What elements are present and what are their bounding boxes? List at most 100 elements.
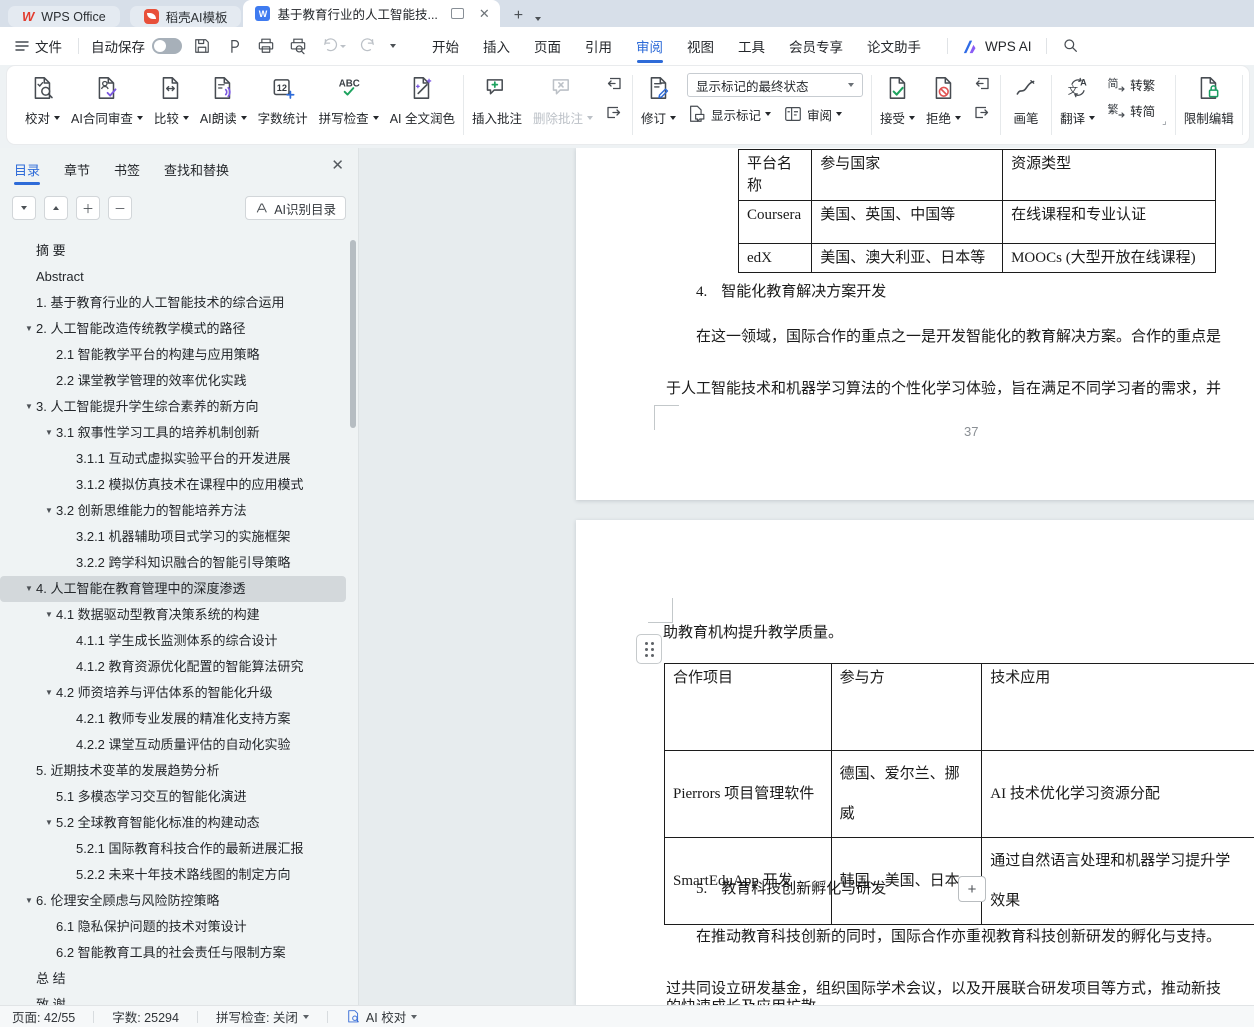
- toc-item[interactable]: 摘 要: [0, 238, 346, 264]
- toc-item[interactable]: 2.2 课堂教学管理的效率优化实践: [0, 368, 346, 394]
- collapse-arrow-icon[interactable]: ▼: [42, 602, 56, 628]
- insert-row-plus-button[interactable]: +: [958, 876, 986, 902]
- collapse-arrow-icon[interactable]: ▼: [22, 316, 36, 342]
- ai-proofread-status[interactable]: AI 校对: [346, 1007, 417, 1026]
- sidebar-tab[interactable]: 章节: [64, 160, 90, 179]
- collapse-arrow-icon[interactable]: ▼: [22, 576, 36, 602]
- word-count-indicator[interactable]: 字数: 25294: [112, 1007, 179, 1026]
- search-button[interactable]: [1058, 33, 1084, 59]
- next-revision-button[interactable]: [972, 104, 992, 124]
- sidebar-tab[interactable]: 书签: [114, 160, 140, 179]
- translate-button[interactable]: 文 A 翻译: [1060, 73, 1095, 127]
- collapse-arrow-icon[interactable]: ▼: [22, 394, 36, 420]
- reject-revision-button[interactable]: 拒绝: [926, 73, 961, 127]
- toc-item[interactable]: 3.2.2 跨学科知识融合的智能引导策略: [0, 550, 346, 576]
- menu-tab[interactable]: 开始: [420, 27, 471, 65]
- menu-tab[interactable]: 页面: [522, 27, 573, 65]
- toc-item[interactable]: ▼3. 人工智能提升学生综合素养的新方向: [0, 394, 346, 420]
- tab-docer-templates[interactable]: 稻壳AI模板: [130, 6, 242, 27]
- table-drag-handle[interactable]: [636, 634, 662, 664]
- menu-tab[interactable]: 工具: [726, 27, 777, 65]
- toc-collapse-up-button[interactable]: [44, 196, 68, 220]
- sidebar-tab[interactable]: 目录: [14, 160, 40, 179]
- autosave-toggle[interactable]: [152, 38, 182, 54]
- toc-item[interactable]: ▼3.2 创新思维能力的智能培养方法: [0, 498, 346, 524]
- document-area[interactable]: 平台名称参与国家资源类型Coursera美国、英国、中国等在线课程和专业认证ed…: [359, 148, 1254, 1005]
- proofread-button[interactable]: 校对: [25, 73, 60, 127]
- menu-tab[interactable]: 审阅: [624, 27, 675, 65]
- toc-item[interactable]: ▼4.2 师资培养与评估体系的智能化升级: [0, 680, 346, 706]
- restrict-editing-button[interactable]: 限制编辑: [1184, 73, 1234, 127]
- previous-revision-button[interactable]: [972, 75, 992, 95]
- save-button[interactable]: [189, 33, 215, 59]
- toc-item[interactable]: 6.2 智能教育工具的社会责任与限制方案: [0, 940, 346, 966]
- compare-button[interactable]: 比较: [154, 73, 189, 127]
- ink-pen-button[interactable]: 画笔: [1009, 73, 1043, 127]
- delete-comment-button[interactable]: 删除批注: [533, 73, 593, 127]
- toc-item[interactable]: 6.1 隐私保护问题的技术对策设计: [0, 914, 346, 940]
- toc-item[interactable]: 致 谢: [0, 992, 346, 1005]
- review-pane-button[interactable]: 审阅: [783, 104, 842, 124]
- toc-item[interactable]: ▼3.1 叙事性学习工具的培养机制创新: [0, 420, 346, 446]
- toc-item[interactable]: 4.2.1 教师专业发展的精准化支持方案: [0, 706, 346, 732]
- toc-item[interactable]: 4.2.2 课堂互动质量评估的自动化实验: [0, 732, 346, 758]
- ai-read-aloud-button[interactable]: AI朗读: [200, 73, 247, 127]
- undo-button[interactable]: [317, 33, 349, 59]
- collapse-arrow-icon[interactable]: ▼: [42, 680, 56, 706]
- menu-tab[interactable]: 插入: [471, 27, 522, 65]
- sidebar-scrollbar[interactable]: [350, 240, 356, 428]
- toc-item[interactable]: 3.2.1 机器辅助项目式学习的实施框架: [0, 524, 346, 550]
- collapse-arrow-icon[interactable]: ▼: [42, 498, 56, 524]
- toc-zoom-out-button[interactable]: －: [108, 196, 132, 220]
- to-simplified-button[interactable]: 繁 转简: [1106, 100, 1155, 120]
- toc-item[interactable]: 4.1.1 学生成长监测体系的综合设计: [0, 628, 346, 654]
- ai-polish-button[interactable]: AI 全文润色: [390, 73, 455, 127]
- quick-toolbar-dropdown[interactable]: [387, 41, 399, 51]
- spell-check-status[interactable]: 拼写检查: 关闭: [216, 1007, 309, 1026]
- markup-state-select[interactable]: 显示标记的最终状态: [687, 73, 863, 97]
- collapse-arrow-icon[interactable]: ▼: [42, 420, 56, 446]
- toc-item[interactable]: ▼6. 伦理安全顾虑与风险防控策略: [0, 888, 346, 914]
- menu-tab[interactable]: 会员专享: [777, 27, 855, 65]
- insert-comment-button[interactable]: 插入批注: [472, 73, 522, 127]
- accept-revision-button[interactable]: 接受: [880, 73, 915, 127]
- toc-item[interactable]: 3.1.2 模拟仿真技术在课程中的应用模式: [0, 472, 346, 498]
- track-changes-button[interactable]: 修订: [641, 73, 676, 127]
- tab-list-dropdown-icon[interactable]: [535, 17, 541, 21]
- sidebar-tab[interactable]: 查找和替换: [164, 160, 229, 179]
- word-count-button[interactable]: 12 字数统计: [258, 73, 308, 127]
- toc-item[interactable]: 1. 基于教育行业的人工智能技术的综合运用: [0, 290, 346, 316]
- tab-document-active[interactable]: W 基于教育行业的人工智能技... ✕: [243, 0, 499, 27]
- print-preview-button[interactable]: [285, 33, 311, 59]
- menu-tab[interactable]: 视图: [675, 27, 726, 65]
- wps-ai-button[interactable]: WPS AI: [956, 39, 1038, 54]
- toc-item[interactable]: 5.2.1 国际教育科技合作的最新进展汇报: [0, 836, 346, 862]
- previous-comment-button[interactable]: [604, 75, 624, 95]
- menu-tab[interactable]: 引用: [573, 27, 624, 65]
- spell-check-button[interactable]: ABC 拼写检查: [319, 73, 379, 127]
- toc-item[interactable]: Abstract: [0, 264, 346, 290]
- show-markup-button[interactable]: 显示标记: [687, 104, 771, 124]
- toc-item[interactable]: 4.1.2 教育资源优化配置的智能算法研究: [0, 654, 346, 680]
- ai-contract-review-button[interactable]: AI合同审查: [71, 73, 143, 127]
- toc-item[interactable]: 5.2.2 未来十年技术路线图的制定方向: [0, 862, 346, 888]
- collapse-arrow-icon[interactable]: ▼: [22, 888, 36, 914]
- redo-button[interactable]: [355, 33, 381, 59]
- ai-recognize-toc-button[interactable]: AI识别目录: [245, 196, 346, 220]
- collapse-arrow-icon[interactable]: ▼: [42, 810, 56, 836]
- toc-item[interactable]: ▼4. 人工智能在教育管理中的深度渗透: [0, 576, 346, 602]
- toc-item[interactable]: 5. 近期技术变革的发展趋势分析: [0, 758, 346, 784]
- menu-tab[interactable]: 论文助手: [855, 27, 933, 65]
- file-menu-button[interactable]: 文件: [6, 36, 70, 56]
- float-window-icon[interactable]: [451, 8, 464, 19]
- toc-item[interactable]: 2.1 智能教学平台的构建与应用策略: [0, 342, 346, 368]
- translate-group-expand-icon[interactable]: ⌟: [1162, 116, 1167, 127]
- toc-item[interactable]: 5.1 多模态学习交互的智能化演进: [0, 784, 346, 810]
- toc-item[interactable]: ▼2. 人工智能改造传统教学模式的路径: [0, 316, 346, 342]
- to-traditional-button[interactable]: 简 转繁: [1106, 74, 1155, 94]
- new-tab-icon[interactable]: +: [514, 8, 523, 24]
- toc-expand-down-button[interactable]: [12, 196, 36, 220]
- close-sidebar-icon[interactable]: ✕: [331, 156, 344, 174]
- toc-item[interactable]: 总 结: [0, 966, 346, 992]
- export-pdf-button[interactable]: [221, 33, 247, 59]
